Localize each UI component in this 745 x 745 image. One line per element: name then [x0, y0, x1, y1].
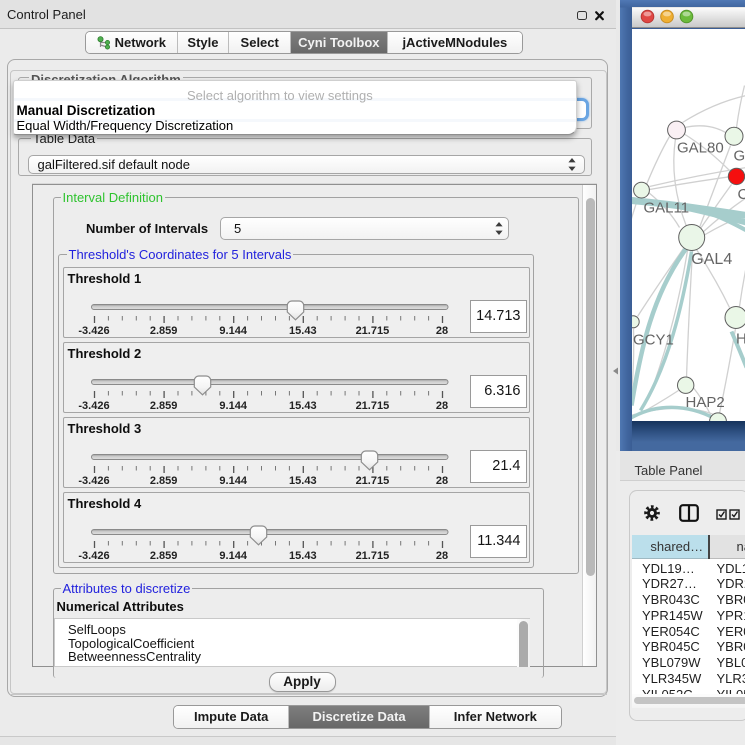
- svg-text:H: H: [736, 330, 745, 347]
- svg-text:GCY1: GCY1: [633, 331, 674, 348]
- svg-text:GAL4: GAL4: [691, 251, 732, 268]
- svg-text:GAL11: GAL11: [643, 199, 689, 216]
- svg-text:GAL80: GAL80: [677, 139, 724, 156]
- svg-text:GA: GA: [733, 147, 745, 164]
- svg-text:C: C: [737, 186, 745, 203]
- svg-text:HAP2: HAP2: [685, 394, 724, 411]
